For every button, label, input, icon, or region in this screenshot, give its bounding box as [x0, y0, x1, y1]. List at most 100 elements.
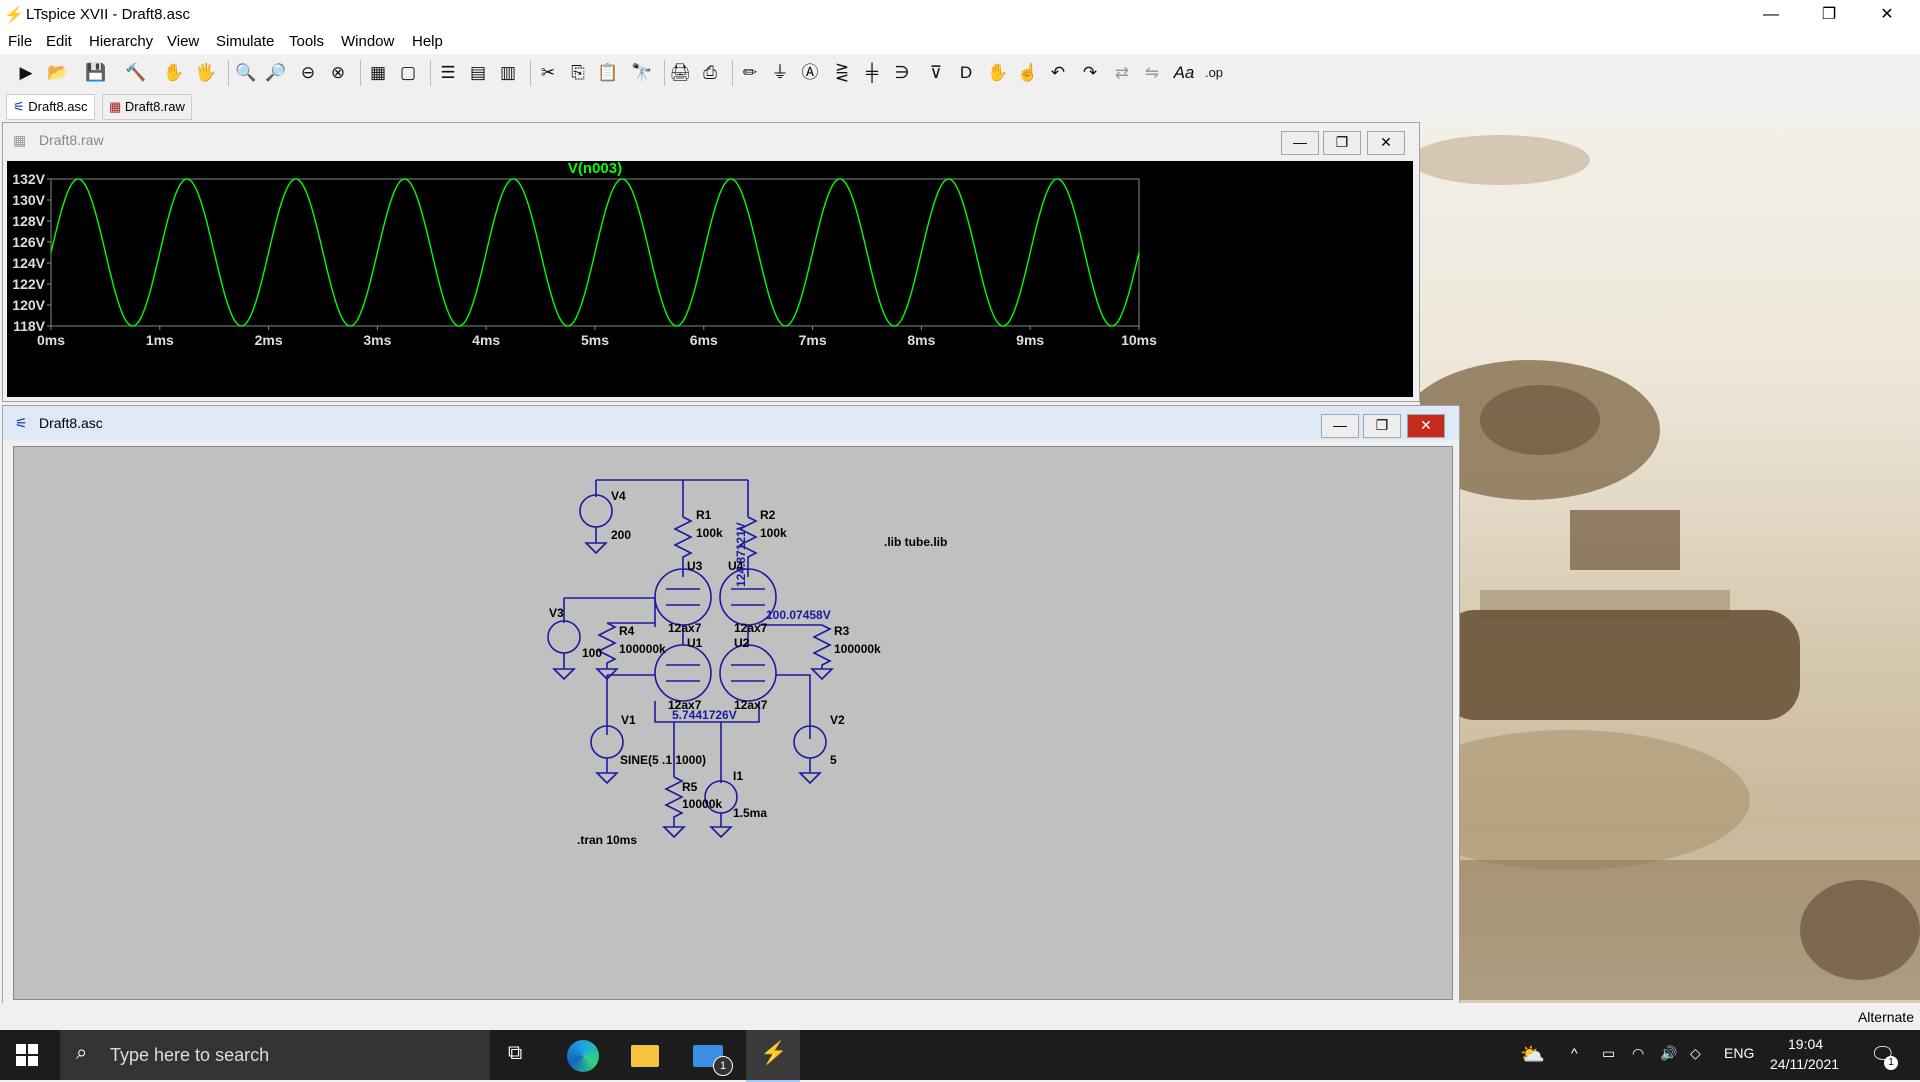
menu-edit[interactable]: Edit [46, 33, 72, 50]
language-indicator[interactable]: ENG [1724, 1045, 1754, 1061]
y-tick-label: 130V [12, 192, 45, 208]
label-net-icon[interactable]: Ⓐ [798, 61, 822, 85]
clock-date[interactable]: 24/11/2021 [1770, 1056, 1839, 1072]
pan-icon[interactable]: 🖐 [194, 61, 218, 85]
menu-window[interactable]: Window [341, 33, 394, 50]
file-explorer-icon[interactable] [631, 1045, 659, 1067]
control-panel-icon[interactable]: 🔨 [124, 61, 148, 85]
speaker-icon[interactable]: 🔊 [1660, 1045, 1677, 1062]
schematic-minimize-button[interactable]: — [1321, 414, 1359, 438]
schematic-close-button[interactable]: ✕ [1407, 414, 1445, 438]
waveform-minimize-button[interactable]: — [1281, 131, 1319, 155]
clock-time[interactable]: 19:04 [1788, 1036, 1823, 1052]
search-placeholder: Type here to search [110, 1045, 270, 1065]
menu-hierarchy[interactable]: Hierarchy [89, 33, 153, 50]
u3-label: U3 [687, 559, 703, 573]
waveform-close-button[interactable]: ✕ [1367, 131, 1405, 155]
x-tick-label: 0ms [37, 332, 65, 348]
edge-browser-icon[interactable] [567, 1040, 599, 1072]
task-view-icon[interactable]: ⧉ [508, 1042, 522, 1065]
plot-pane[interactable]: V(n003) 132V 130V 128V 126V 124V 122V 120V 118V 0… [7, 160, 1413, 397]
cascade-icon[interactable]: ▥ [496, 61, 520, 85]
chevron-up-icon[interactable]: ^ [1571, 1045, 1578, 1061]
r2-label: R2 [760, 508, 776, 522]
tab-draft8-asc[interactable]: ⚟ Draft8.asc [6, 94, 95, 120]
copy-icon[interactable]: ⎘ [566, 61, 590, 85]
save-icon[interactable]: 💾 [84, 61, 108, 85]
menu-help[interactable]: Help [412, 33, 443, 50]
toolbar-separator [360, 60, 361, 86]
search-box[interactable]: ⌕ Type here to search [60, 1030, 490, 1080]
close-button[interactable]: ✕ [1858, 0, 1916, 30]
draw-wire-icon[interactable]: ✏ [738, 61, 762, 85]
schematic-drawing[interactable]: V4 200 R1 100k R2 100k .lib tube.lib U3 … [14, 447, 1452, 999]
trace-label: V(n003) [568, 161, 622, 177]
blank-plot-icon[interactable]: ▢ [396, 61, 420, 85]
drag-icon[interactable]: ☝ [1016, 61, 1040, 85]
zoom-in-icon[interactable]: 🔍 [234, 61, 258, 85]
status-bar: Alternate [0, 1003, 1920, 1030]
waveform-maximize-button[interactable]: ❐ [1323, 131, 1361, 155]
paste-icon[interactable]: 📋 [596, 61, 620, 85]
capacitor-icon[interactable]: ╪ [860, 61, 884, 85]
print-icon[interactable]: 🖨 [668, 61, 692, 85]
ltspice-taskbar-button[interactable]: ⚡ [746, 1030, 800, 1082]
find-icon[interactable]: 🔭 [630, 61, 654, 85]
cut-icon[interactable]: ✂ [536, 61, 560, 85]
redo-icon[interactable]: ↷ [1078, 61, 1102, 85]
component-icon[interactable]: D [954, 61, 978, 85]
x-tick-label: 6ms [690, 332, 718, 348]
x-tick-label: 10ms [1121, 332, 1157, 348]
r5-value: 10000k [682, 797, 722, 811]
text-icon[interactable]: Aa [1172, 61, 1196, 85]
windows-start-icon[interactable] [16, 1044, 38, 1066]
dropbox-icon[interactable]: ◇ [1690, 1045, 1701, 1062]
toolbar: ▶ 📂 💾 🔨 ✋ 🖐 🔍 🔎 ⊖ ⊗ ▦ ▢ ☰ ▤ ▥ ✂ ⎘ 📋 🔭 🖨 … [0, 54, 1920, 93]
toolbar-separator [664, 60, 665, 86]
inductor-icon[interactable]: ∋ [890, 61, 914, 85]
zoom-area-icon[interactable]: 🔎 [264, 61, 288, 85]
v4-label: V4 [611, 489, 626, 503]
zoom-out-icon[interactable]: ⊖ [296, 61, 320, 85]
menu-simulate[interactable]: Simulate [216, 33, 274, 50]
menu-file[interactable]: File [8, 33, 32, 50]
mirror-icon[interactable]: ⇋ [1140, 61, 1164, 85]
schematic-window-title: Draft8.asc [39, 415, 103, 431]
autorange-icon[interactable]: ▦ [366, 61, 390, 85]
v2-label: V2 [830, 713, 845, 727]
resistor-icon[interactable]: ⋛ [830, 61, 854, 85]
battery-icon[interactable]: ▭ [1602, 1045, 1615, 1062]
zoom-fit-icon[interactable]: ⊗ [326, 61, 350, 85]
diode-icon[interactable]: ⊽ [924, 61, 948, 85]
i1-value: 1.5ma [733, 806, 767, 820]
tile-horizontal-icon[interactable]: ☰ [436, 61, 460, 85]
tile-vertical-icon[interactable]: ▤ [466, 61, 490, 85]
menu-view[interactable]: View [167, 33, 199, 50]
restore-button[interactable]: ❐ [1800, 0, 1858, 30]
rotate-icon[interactable]: ⇄ [1110, 61, 1134, 85]
waveform-plot[interactable]: V(n003)132V130V128V126V124V122V120V118V0… [7, 160, 1413, 397]
schematic-window-titlebar: ⚟ Draft8.asc — ❐ ✕ [3, 406, 1459, 440]
schematic-canvas[interactable]: V4 200 R1 100k R2 100k .lib tube.lib U3 … [13, 446, 1453, 1000]
schematic-maximize-button[interactable]: ❐ [1363, 414, 1401, 438]
spice-directive-icon[interactable]: .op [1202, 61, 1226, 85]
v3-value: 100 [582, 646, 602, 660]
ground-icon[interactable]: ⏚ [768, 61, 792, 85]
y-tick-label: 132V [12, 171, 45, 187]
wifi-icon[interactable]: ◠ [1632, 1045, 1644, 1062]
weather-icon[interactable]: ⛅ [1520, 1042, 1545, 1067]
x-tick-label: 1ms [146, 332, 174, 348]
move-icon[interactable]: ✋ [986, 61, 1010, 85]
undo-icon[interactable]: ↶ [1046, 61, 1070, 85]
menu-bar: File Edit Hierarchy View Simulate Tools … [0, 30, 1920, 54]
mail-badge: 1 [713, 1056, 733, 1076]
halt-icon[interactable]: ✋ [162, 61, 186, 85]
ltspice-icon: ⚡ [760, 1040, 788, 1065]
menu-tools[interactable]: Tools [289, 33, 324, 50]
x-tick-label: 5ms [581, 332, 609, 348]
run-icon[interactable]: ▶ [14, 61, 38, 85]
print-setup-icon[interactable]: ⎙ [698, 61, 722, 85]
open-icon[interactable]: 📂 [46, 61, 70, 85]
tab-draft8-raw[interactable]: ▦ Draft8.raw [102, 94, 192, 120]
minimize-button[interactable]: — [1742, 0, 1800, 30]
